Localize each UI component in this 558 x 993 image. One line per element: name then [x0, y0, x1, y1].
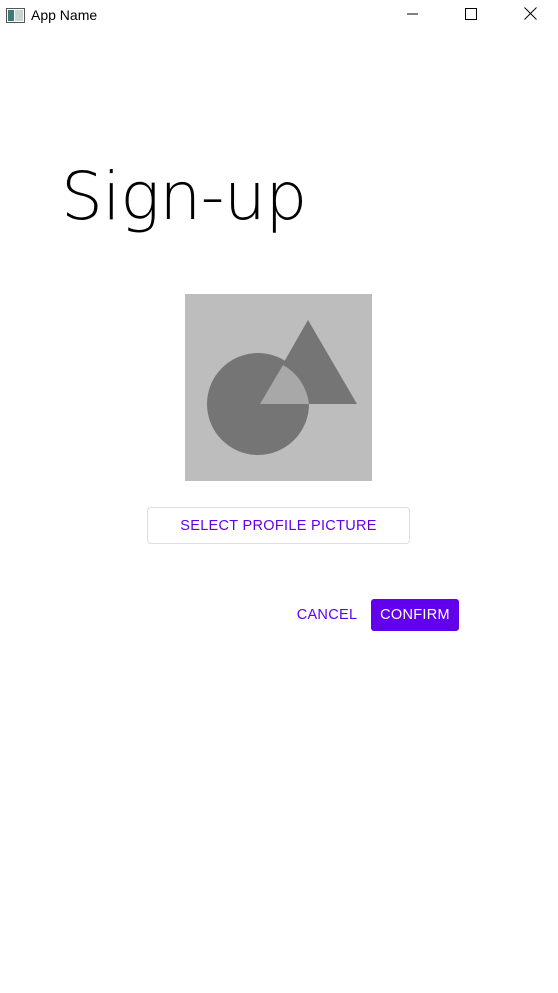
- app-window: App Name Sign-up SELECT PROFILE PICTURE …: [0, 0, 558, 993]
- title-bar[interactable]: App Name: [0, 0, 558, 31]
- close-button[interactable]: [507, 0, 553, 31]
- minimize-icon: [407, 7, 419, 25]
- maximize-button[interactable]: [448, 0, 494, 31]
- select-profile-picture-button[interactable]: SELECT PROFILE PICTURE: [147, 507, 410, 544]
- page-title: Sign-up: [61, 158, 307, 235]
- app-window-icon: [6, 8, 25, 23]
- cancel-button[interactable]: CANCEL: [288, 599, 366, 631]
- minimize-button[interactable]: [390, 0, 436, 31]
- maximize-icon: [465, 7, 477, 25]
- image-placeholder-icon: [185, 294, 372, 485]
- close-icon: [523, 6, 537, 25]
- window-title: App Name: [31, 7, 98, 23]
- confirm-button[interactable]: CONFIRM: [371, 599, 459, 631]
- profile-picture: [185, 294, 372, 481]
